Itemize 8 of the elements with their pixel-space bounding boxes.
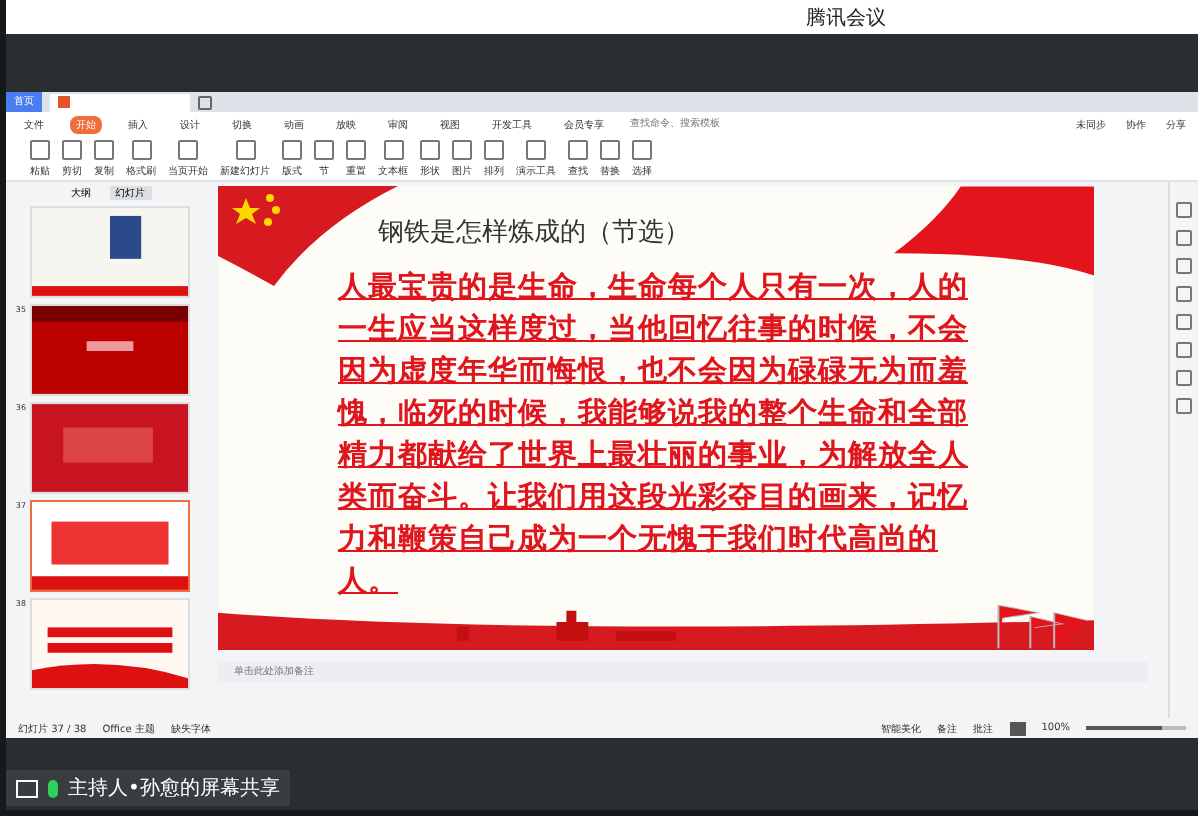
slide-body-text: 人最宝贵的是生命，生命每个人只有一次，人的一生应当这样度过，当他回忆往事的时候，不会因为虚度年华而悔恨，也不会因为碌碌无为而羞愧，临死的时候，我能够说我的整个生命和全部精力都献给了世界上最壮丽的事业，为解放全人类而奋斗。让我们用这段光彩夺目的画来，记忆力和鞭策自己成为一个无愧于我们时代高尚的人。 [338, 268, 970, 602]
share-label: 主持人•孙愈的屏幕共享 [68, 775, 280, 802]
app-title: 腾讯会议 [806, 5, 886, 31]
document-tab[interactable] [50, 93, 190, 111]
microphone-icon [48, 779, 58, 797]
slide-thumbnail[interactable] [30, 500, 190, 592]
slide-title: 钢铁是怎样炼成的（节选） [378, 216, 692, 250]
screen-share-icon [16, 779, 38, 797]
